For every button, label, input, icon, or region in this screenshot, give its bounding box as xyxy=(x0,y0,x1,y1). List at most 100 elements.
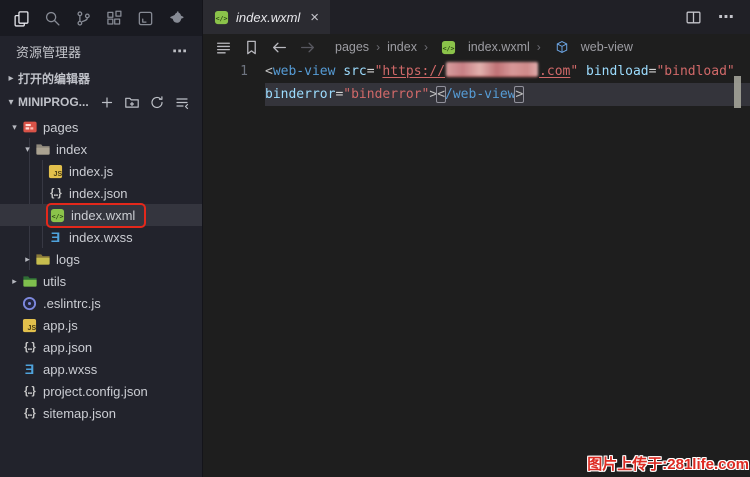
tree-item-sitemap.json[interactable]: {..} sitemap.json xyxy=(0,402,202,424)
code-token: "bindload" xyxy=(656,64,734,79)
tree-item-label: index.wxml xyxy=(71,208,135,223)
activity-teapot-icon[interactable] xyxy=(161,4,192,32)
split-editor-icon[interactable] xyxy=(685,9,702,26)
tree-item-utils[interactable]: ▸utils xyxy=(0,270,202,292)
tree-item-index.js[interactable]: JSindex.js xyxy=(0,160,202,182)
code-token: bindload xyxy=(586,64,649,79)
line-number: 1 xyxy=(203,60,265,83)
json-file-icon: {..} xyxy=(21,405,38,421)
teapot-icon xyxy=(168,10,186,27)
tree-item-project.config.json[interactable]: {..}project.config.json xyxy=(0,380,202,402)
svg-text:JS: JS xyxy=(28,325,37,332)
editor-scrollbar[interactable] xyxy=(734,76,741,108)
new-folder-icon[interactable] xyxy=(124,94,140,110)
tree-item-label: .eslintrc.js xyxy=(43,296,101,311)
activity-search-icon[interactable] xyxy=(37,4,68,32)
files-icon xyxy=(13,10,30,27)
editor-actions: ⋯ xyxy=(685,0,750,34)
code-line-content: binderror="binderror"></web-view> xyxy=(265,83,750,106)
breadcrumb-item-index[interactable]: index xyxy=(387,40,417,54)
breadcrumb-item-pages[interactable]: pages xyxy=(335,40,369,54)
close-icon[interactable]: × xyxy=(310,10,319,25)
tree-item-label: logs xyxy=(56,252,80,267)
tree-item-index.json[interactable]: {..}index.json xyxy=(0,182,202,204)
js-file-icon: JS xyxy=(47,163,64,179)
editor-toolbar: pages›index›</>index.wxml›web-view xyxy=(203,34,750,60)
file-tree: ▾ pages ▾indexJSindex.js{..}index.json</>i… xyxy=(0,114,202,424)
wechat-devtools-window: 资源管理器 ⋯ ▸ 打开的编辑器 ▾ MINIPROG... ▾pages▾in… xyxy=(0,0,750,477)
js-file-icon: JS xyxy=(21,317,38,333)
activity-bar xyxy=(0,0,202,36)
activity-source-control-icon[interactable] xyxy=(68,4,99,32)
tab-index-wxml[interactable]: </> index.wxml × xyxy=(203,0,330,34)
code-token: binderror xyxy=(265,87,335,102)
breadcrumb: pages›index›</>index.wxml›web-view xyxy=(335,40,633,55)
tree-item-label: pages xyxy=(43,120,78,135)
code-editor[interactable]: 1<web-view src="https://.com" bindload="… xyxy=(203,60,750,106)
more-icon[interactable]: ⋯ xyxy=(172,42,188,60)
breadcrumb-separator: › xyxy=(537,40,541,54)
tree-item-label: app.wxss xyxy=(43,362,97,377)
code-token: < xyxy=(437,87,445,102)
code-line: binderror="binderror"></web-view> xyxy=(203,83,750,106)
tree-item-app.js[interactable]: JSapp.js xyxy=(0,314,202,336)
svg-text:</>: </> xyxy=(216,14,228,22)
breadcrumb-item-web-view[interactable]: web-view xyxy=(548,40,633,54)
breadcrumb-label: index.wxml xyxy=(468,40,530,54)
extensions-icon xyxy=(106,10,123,27)
breadcrumb-label: index xyxy=(387,40,417,54)
code-line: 1<web-view src="https://.com" bindload="… xyxy=(203,60,750,83)
json-file-icon: {..} xyxy=(21,339,38,355)
chevron-right-icon: ▸ xyxy=(8,276,21,287)
chevron-down-icon: ▾ xyxy=(8,122,21,133)
svg-text:</>: </> xyxy=(443,44,455,52)
tree-item-logs[interactable]: ▸logs xyxy=(0,248,202,270)
bookmark-icon[interactable] xyxy=(241,39,261,56)
tree-item-.eslintrc.js[interactable]: .eslintrc.js xyxy=(0,292,202,314)
tree-item-app.json[interactable]: {..}app.json xyxy=(0,336,202,358)
activity-files-icon[interactable] xyxy=(6,4,37,32)
toolbar-icons xyxy=(209,39,321,56)
activity-panel-icon[interactable] xyxy=(130,4,161,32)
tree-item-pages[interactable]: ▾ pages xyxy=(0,116,202,138)
code-token: " xyxy=(570,64,578,79)
wxss-file-icon: Ǝ xyxy=(21,361,38,377)
arrow-left-icon[interactable] xyxy=(269,39,289,56)
line-number xyxy=(203,83,265,106)
breadcrumb-separator: › xyxy=(376,40,380,54)
redacted-url-mosaic xyxy=(446,62,538,77)
activity-extensions-icon[interactable] xyxy=(99,4,130,32)
sidebar: 资源管理器 ⋯ ▸ 打开的编辑器 ▾ MINIPROG... ▾pages▾in… xyxy=(0,0,202,477)
arrow-right-icon[interactable] xyxy=(297,39,317,56)
code-token: < xyxy=(265,64,273,79)
tree-item-app.wxss[interactable]: Ǝapp.wxss xyxy=(0,358,202,380)
open-editors-section[interactable]: ▸ 打开的编辑器 xyxy=(0,66,202,90)
tab-label: index.wxml xyxy=(236,10,300,25)
refresh-icon[interactable] xyxy=(149,94,165,110)
folder-icon xyxy=(34,141,51,157)
tree-item-label: sitemap.json xyxy=(43,406,116,421)
editor-area[interactable]: </> index.wxml × ⋯ pages › index › </> index.… xyxy=(202,0,750,477)
code-token: = xyxy=(367,64,375,79)
code-token: src xyxy=(343,64,366,79)
wxml-file-icon: </> xyxy=(439,40,459,55)
project-section[interactable]: ▾ MINIPROG... xyxy=(0,90,202,114)
tree-item-index.wxml[interactable]: </>index.wxml xyxy=(0,204,202,226)
collapse-all-icon[interactable] xyxy=(174,94,190,110)
new-file-icon[interactable] xyxy=(99,94,115,110)
tree-item-index.wxss[interactable]: Ǝindex.wxss xyxy=(0,226,202,248)
explorer-title: 资源管理器 xyxy=(16,42,81,61)
more-icon[interactable]: ⋯ xyxy=(718,7,734,27)
watermark: 图片上传于:281life.com xyxy=(587,453,749,474)
chevron-right-icon: ▸ xyxy=(4,73,18,84)
chevron-down-icon: ▾ xyxy=(4,97,18,108)
wxss-file-icon: Ǝ xyxy=(47,229,64,245)
json-file-icon: {..} xyxy=(21,383,38,399)
tree-item-index[interactable]: ▾index xyxy=(0,138,202,160)
list-icon[interactable] xyxy=(213,39,233,56)
code-token xyxy=(578,64,586,79)
code-token: web-view xyxy=(273,64,336,79)
pages-folder-icon xyxy=(21,119,38,135)
search-icon xyxy=(44,10,61,27)
breadcrumb-item-index.wxml[interactable]: </> index.wxml xyxy=(435,40,530,55)
